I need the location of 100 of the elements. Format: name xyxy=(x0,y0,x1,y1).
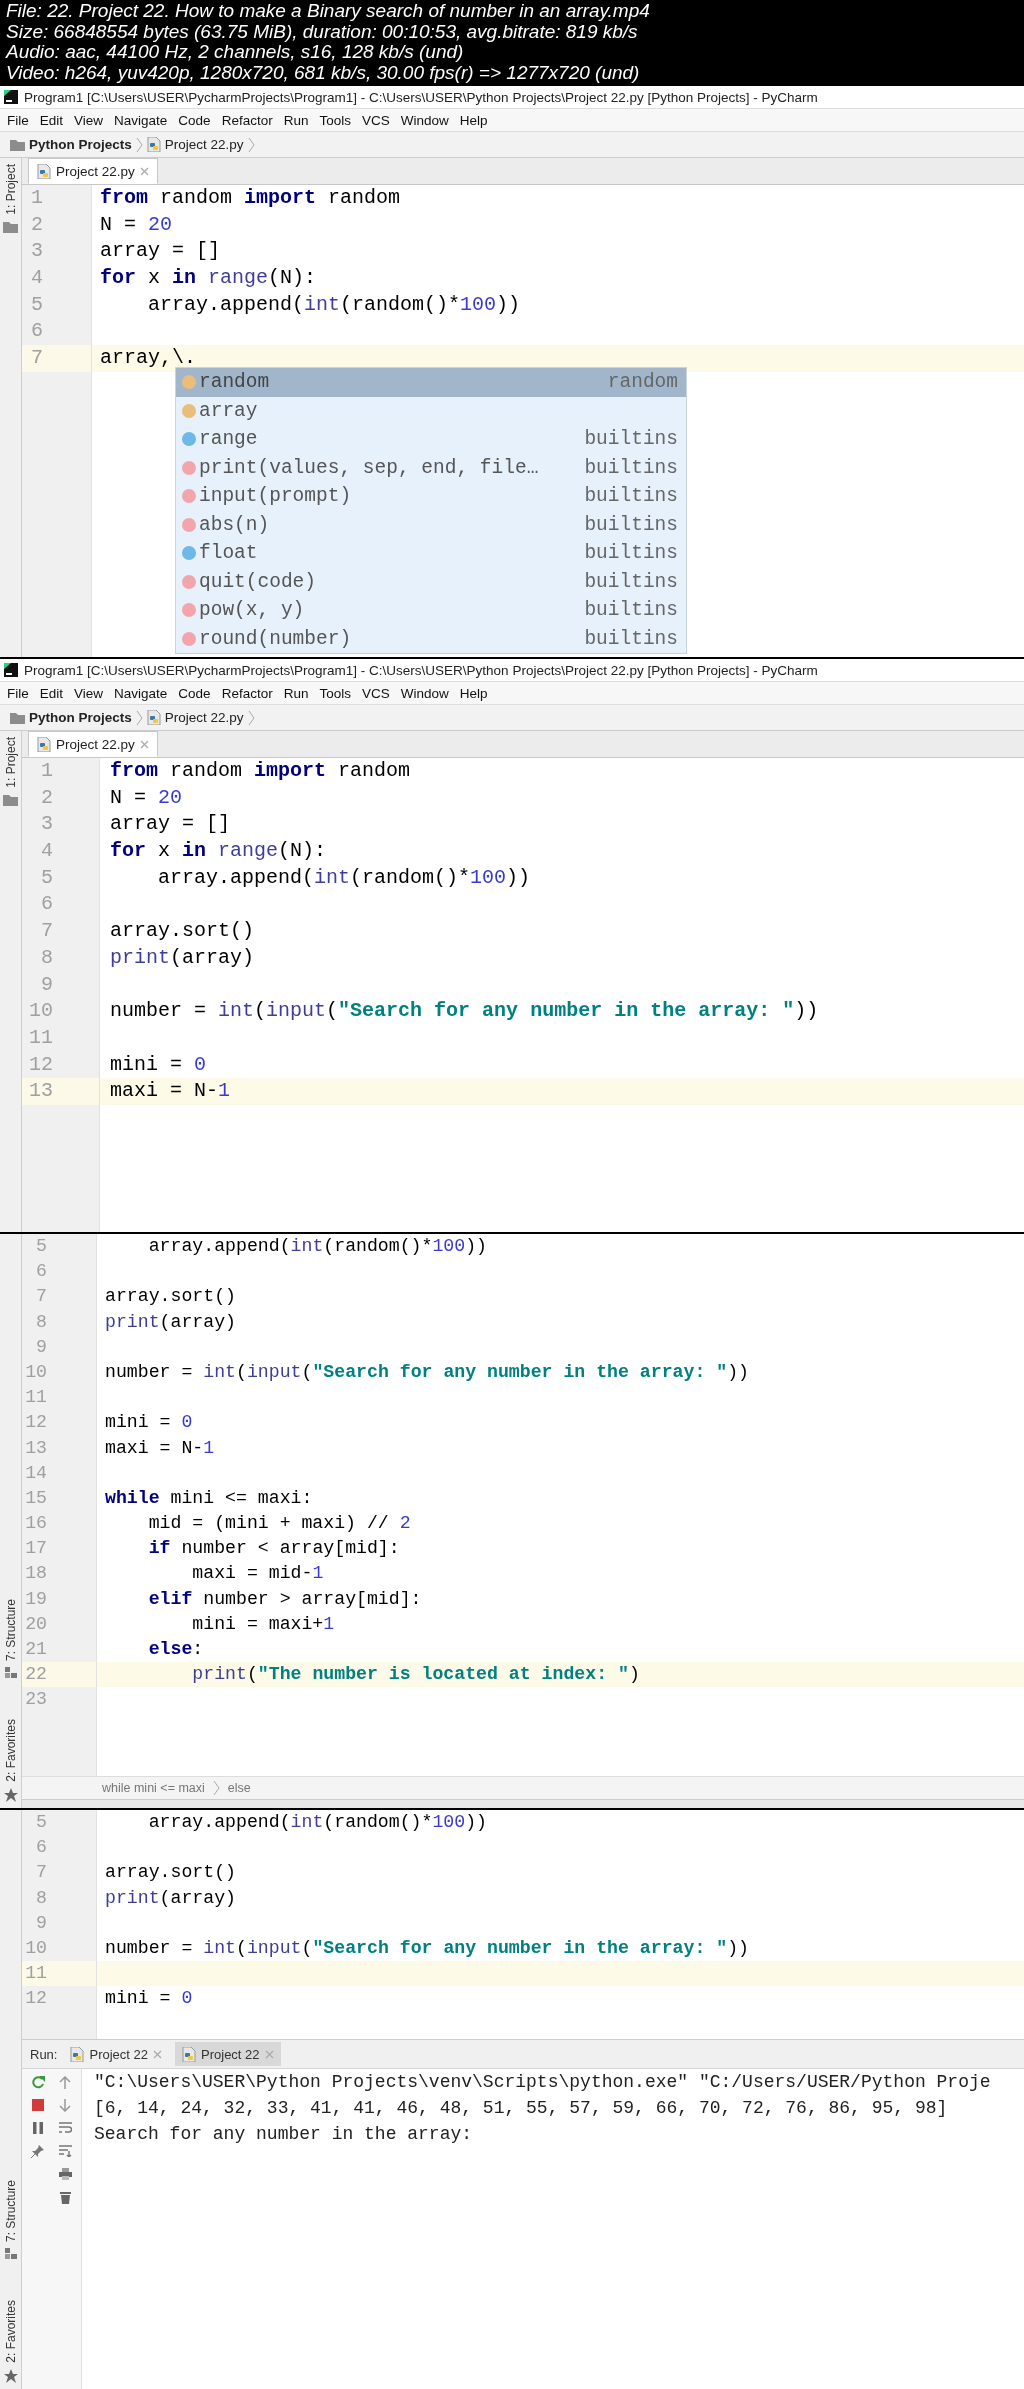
code-line: maxi = N-1 xyxy=(105,1437,215,1458)
line-number: 20 xyxy=(24,1612,48,1636)
menu-item[interactable]: Navigate xyxy=(114,112,168,128)
code-line: array = [] xyxy=(100,239,221,263)
tool-window-button[interactable]: 7: Structure xyxy=(3,1599,18,1680)
code-editor[interactable] xyxy=(22,1234,1024,1776)
line-number: 6 xyxy=(35,1260,48,1284)
tool-window-button[interactable]: 2: Favorites xyxy=(3,1719,18,1802)
menu-item[interactable]: VCS xyxy=(361,112,390,128)
completion-item[interactable]: input(prompt) builtins xyxy=(176,482,686,511)
code-line: array.sort() xyxy=(105,1286,236,1307)
line-number: 21 xyxy=(24,1638,48,1661)
menu-item[interactable]: Window xyxy=(400,685,449,701)
close-icon xyxy=(139,739,149,749)
line-number: 19 xyxy=(24,1587,48,1611)
line-number: 10 xyxy=(24,1936,48,1960)
code-line: elif number > array[mid]: xyxy=(147,1588,422,1609)
app-icon xyxy=(4,663,18,677)
close-icon xyxy=(264,2049,274,2059)
line-number: 9 xyxy=(35,1335,48,1359)
line-number: 15 xyxy=(24,1486,48,1510)
tool-window-button[interactable]: 1: Project xyxy=(3,737,18,806)
stop-icon xyxy=(31,2099,44,2111)
menu-item[interactable]: Code xyxy=(178,685,211,701)
menu-item[interactable]: File xyxy=(7,112,29,128)
menu-item[interactable]: Help xyxy=(459,685,488,701)
completion-item[interactable]: range builtins xyxy=(176,425,686,454)
breadcrumb-item[interactable]: else xyxy=(227,1781,251,1795)
tool-window-button[interactable]: 7: Structure xyxy=(3,2180,18,2261)
structure-icon xyxy=(4,1667,17,1680)
completion-item[interactable]: abs(n) builtins xyxy=(176,510,686,539)
rerun-icon xyxy=(30,2075,45,2089)
completion-item[interactable]: array xyxy=(176,396,686,425)
breadcrumb-item[interactable]: while mini <= maxi xyxy=(102,1781,205,1795)
python-file-icon xyxy=(146,137,161,152)
tool-window-button[interactable]: 1: Project xyxy=(3,164,18,233)
run-tab[interactable]: Project 22 xyxy=(175,2042,281,2066)
tool-window-button[interactable]: 2: Favorites xyxy=(3,2300,18,2383)
menu-item[interactable]: View xyxy=(74,685,104,701)
folder-icon xyxy=(3,793,18,806)
folder-icon xyxy=(3,220,18,233)
run-tab[interactable]: Project 22 xyxy=(63,2042,169,2066)
video-info-line: Audio: aac, 44100 Hz, 2 channels, s16, 128 kb/s (und) xyxy=(6,42,465,63)
code-line: array.append(int(random()*100)) xyxy=(147,1236,488,1256)
line-number: 1 xyxy=(30,185,44,211)
menu-item[interactable]: View xyxy=(74,112,104,128)
editor-tab[interactable]: Project 22.py xyxy=(28,731,158,757)
code-line: number = int(input("Search for any number in the array: ")) xyxy=(105,1937,749,1958)
breadcrumb-item[interactable]: Project 22.py xyxy=(146,137,244,152)
menu-item[interactable]: Help xyxy=(459,112,488,128)
code-line: array.append(int(random()*100)) xyxy=(157,865,531,889)
code-line: maxi = N-1 xyxy=(110,1079,231,1103)
completion-item[interactable]: pow(x, y) builtins xyxy=(176,596,686,625)
menu-item[interactable]: Refactor xyxy=(221,112,273,128)
menu-item[interactable]: Tools xyxy=(319,685,351,701)
line-number: 12 xyxy=(24,1411,48,1435)
editor-tab[interactable]: Project 22.py xyxy=(28,158,158,184)
menu-item[interactable]: Edit xyxy=(39,112,64,128)
code-line: for x in range(N): xyxy=(110,839,327,863)
menu-item[interactable]: File xyxy=(7,685,29,701)
completion-item[interactable]: print(values, sep, end, file… builtins xyxy=(176,453,686,482)
breadcrumb-item[interactable]: Python Projects xyxy=(10,137,132,152)
window-title: Program1 [C:\Users\USER\PycharmProjects\Program1] - C:\Users\USER\Python Projects\Project 22.py [Python Projects] - PyCharm xyxy=(24,89,818,105)
close-icon xyxy=(153,2049,162,2059)
wrap-icon xyxy=(58,2122,72,2134)
breadcrumb-item[interactable]: Project 22.py xyxy=(146,710,244,725)
video-info-line: Size: 66848554 bytes (63.75 MiB), duration: 00:10:53, avg.bitrate: 819 kb/s xyxy=(6,21,638,42)
python-file-icon xyxy=(182,2046,196,2062)
menu-item[interactable]: Code xyxy=(178,112,211,128)
line-number: 11 xyxy=(28,1024,54,1051)
chevron-icon xyxy=(135,709,143,726)
code-line: from random import random xyxy=(110,759,411,782)
menu-item[interactable]: VCS xyxy=(361,685,390,701)
completion-item[interactable]: float builtins xyxy=(176,539,686,568)
code-editor[interactable] xyxy=(22,185,1024,657)
code-line: array.sort() xyxy=(110,919,255,943)
menu-item[interactable]: Run xyxy=(283,685,309,701)
console-line: "C:\Users\USER\Python Projects\venv\Scripts\python.exe" "C:/Users/USER/Python Proje xyxy=(94,2071,991,2094)
line-number: 2 xyxy=(30,211,44,238)
completion-item[interactable]: quit(code) builtins xyxy=(176,567,686,596)
python-file-icon xyxy=(146,710,161,725)
menu-item[interactable]: Tools xyxy=(319,112,351,128)
completion-item[interactable]: round(number) builtins xyxy=(176,624,686,653)
menu-item[interactable]: Run xyxy=(283,112,309,128)
menu-item[interactable]: Navigate xyxy=(114,685,168,701)
code-line: array = [] xyxy=(110,812,231,836)
line-number: 7 xyxy=(35,1861,48,1885)
line-number: 6 xyxy=(35,1836,48,1860)
line-number: 22 xyxy=(22,1662,96,1688)
line-number: 10 xyxy=(24,1360,48,1384)
code-line: array,\. xyxy=(100,346,196,370)
code-editor[interactable]: 5 6 7 8 9 10 11 12 array.append(int(random()*100)) array.sort() print(array) number = int(input("Search for any number in the array: ")) mini = 0 xyxy=(22,1810,1024,2040)
breadcrumb-item[interactable]: Python Projects xyxy=(10,710,132,725)
line-number: 9 xyxy=(35,1911,48,1935)
menu-item[interactable]: Refactor xyxy=(221,685,273,701)
menu-item[interactable]: Edit xyxy=(39,685,64,701)
menu-item[interactable]: Window xyxy=(400,112,449,128)
code-editor[interactable] xyxy=(22,758,1024,1232)
pause-icon xyxy=(31,2122,44,2134)
completion-item[interactable]: random random xyxy=(176,368,686,397)
